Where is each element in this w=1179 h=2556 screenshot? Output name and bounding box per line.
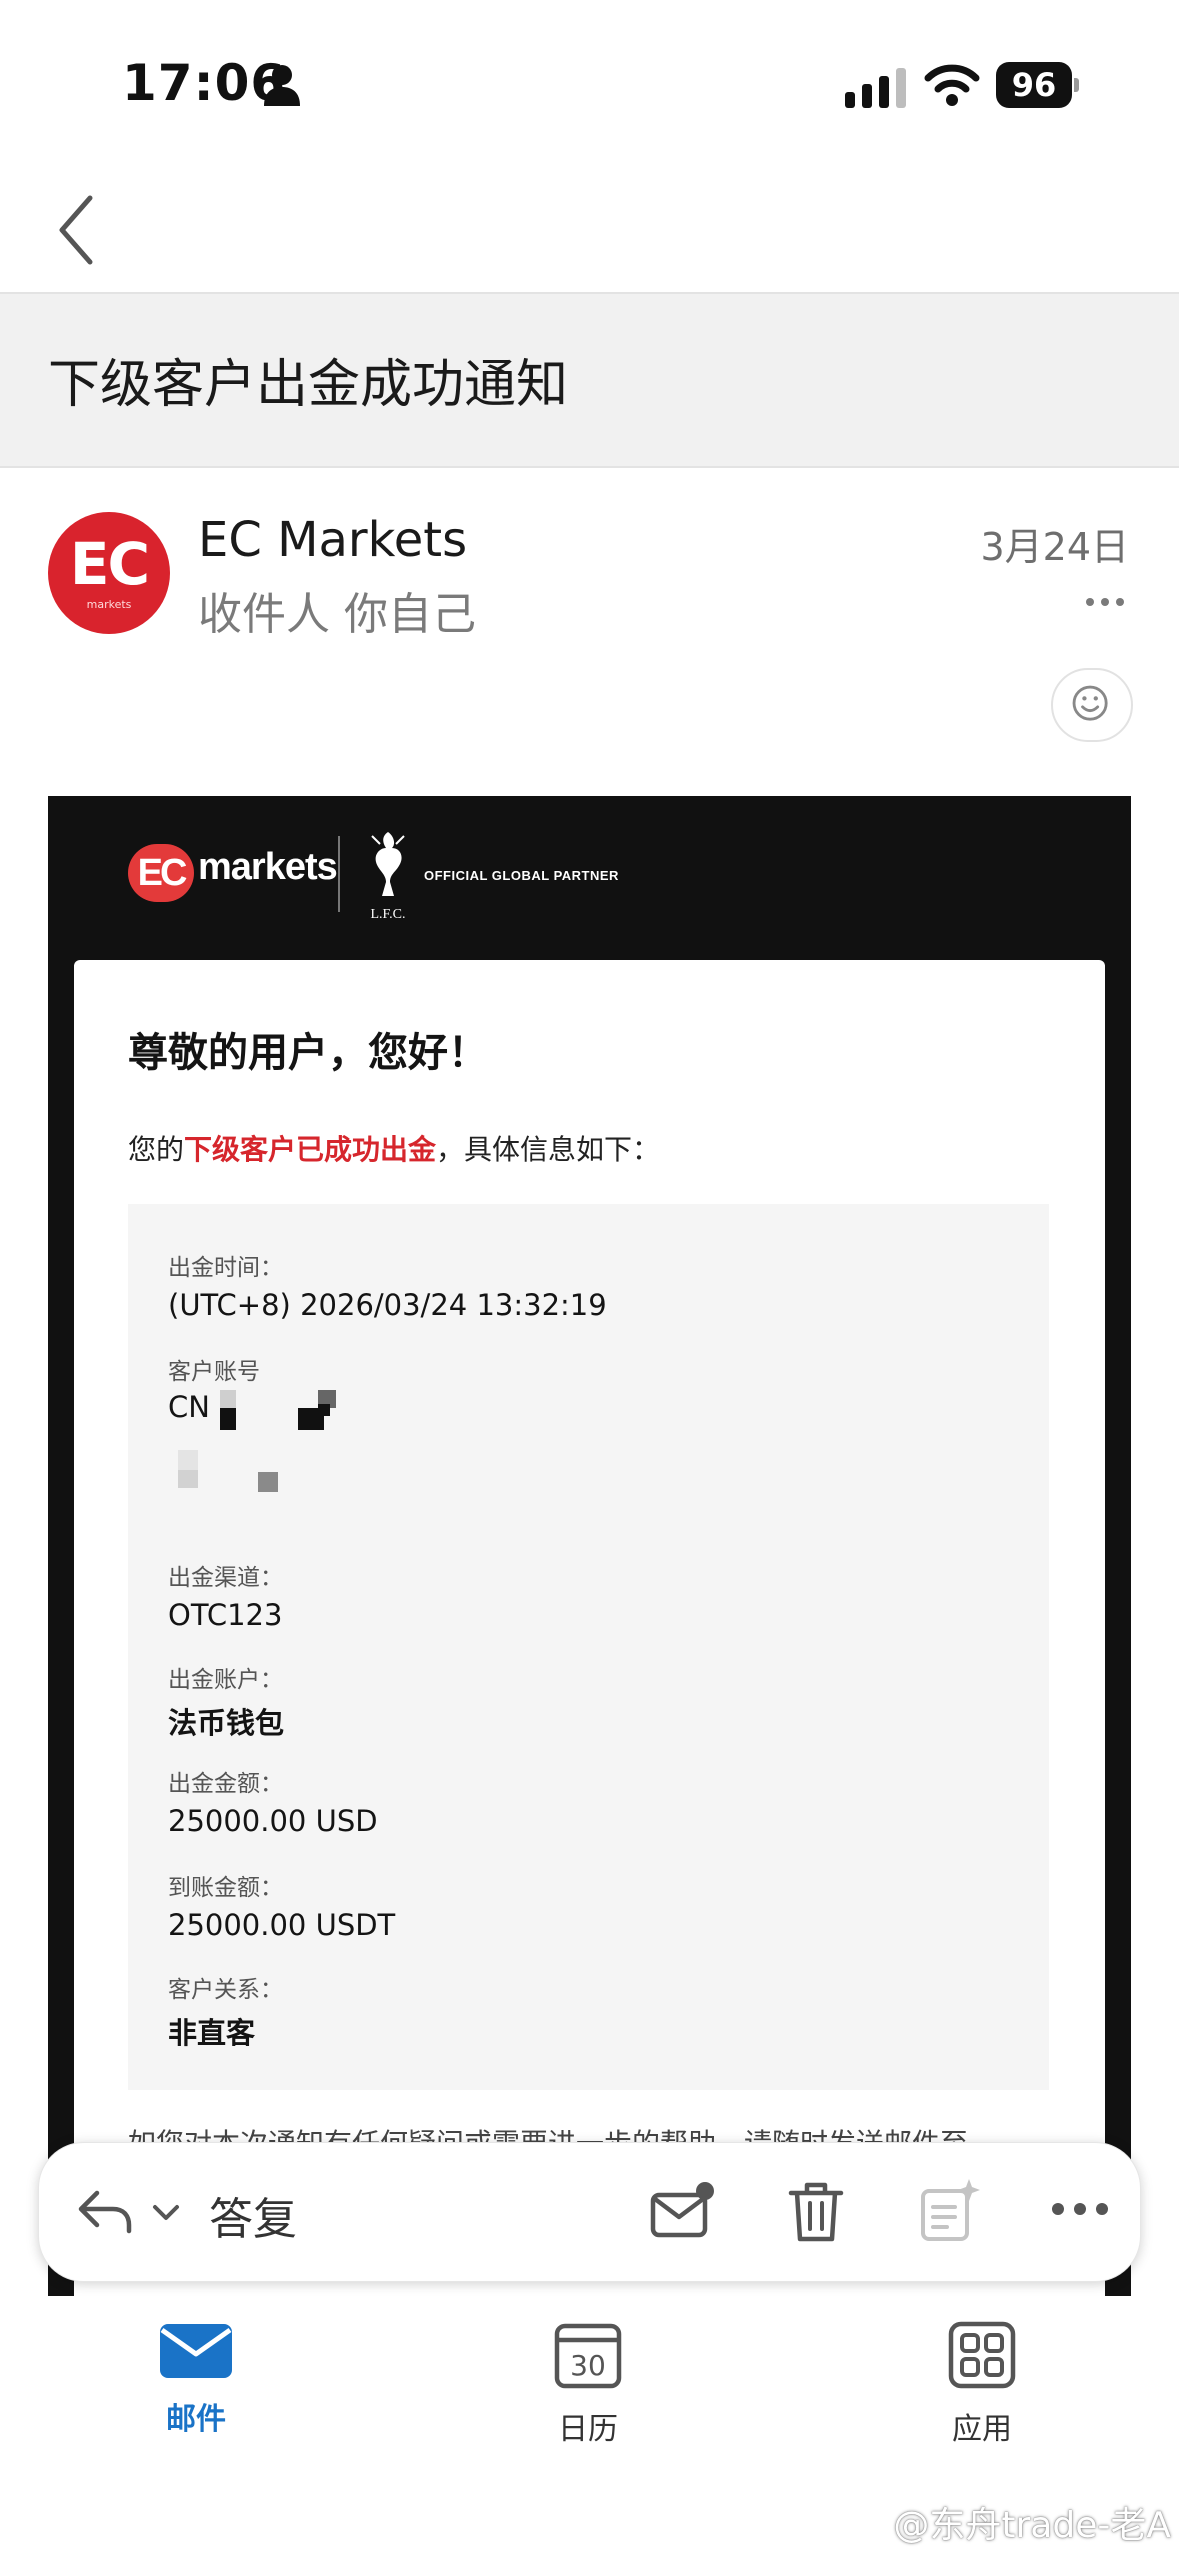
partner-label: OFFICIAL GLOBAL PARTNER xyxy=(424,868,619,883)
tab-mail-label: 邮件 xyxy=(166,2402,226,2437)
reaction-button[interactable] xyxy=(1051,668,1133,742)
avatar-subtext: markets xyxy=(86,598,132,611)
logo-divider xyxy=(338,836,340,912)
account-label: 客户账号 xyxy=(168,1359,260,1385)
tab-calendar[interactable]: 30 日历 xyxy=(508,2320,668,2460)
calendar-icon: 30 xyxy=(554,2323,622,2389)
greeting: 尊敬的用户，您好！ xyxy=(128,1030,488,1076)
intro-text: 您的下级客户已成功出金，具体信息如下： xyxy=(128,1128,660,1168)
calendar-day: 30 xyxy=(570,2349,606,2382)
intro-prefix: 您的 xyxy=(128,1133,185,1166)
sender-name[interactable]: EC Markets xyxy=(198,512,467,568)
channel-label: 出金渠道： xyxy=(168,1565,283,1591)
email-subject: 下级客户出金成功通知 xyxy=(48,355,569,415)
relation-label: 客户关系： xyxy=(168,1977,283,2003)
tab-apps-label: 应用 xyxy=(952,2412,1012,2447)
crest-text: L.F.C. xyxy=(370,907,405,922)
battery-icon: 96 xyxy=(996,62,1080,108)
relation-value: 非直客 xyxy=(168,2016,256,2050)
intro-highlight: 下级客户已成功出金 xyxy=(184,1133,437,1166)
more-actions-icon[interactable] xyxy=(1049,2197,1111,2221)
amount-label: 出金金额： xyxy=(168,1771,283,1797)
withdrawal-details: 出金时间： (UTC+8) 2026/03/24 13:32:19 客户账号 C… xyxy=(128,1204,1049,2090)
chevron-left-icon[interactable] xyxy=(50,190,100,270)
mark-unread-icon[interactable] xyxy=(647,2177,717,2243)
sender-avatar[interactable]: EC markets xyxy=(48,512,170,634)
tab-apps[interactable]: 应用 xyxy=(902,2320,1062,2460)
amount-value[interactable]: 25000.00 USD xyxy=(168,1804,378,1838)
reply-button[interactable]: 答复 xyxy=(209,2183,297,2247)
person-icon xyxy=(264,65,300,106)
apps-grid-icon xyxy=(948,2321,1016,2389)
email-brand-header: EC markets L.F.C. OFFICIAL GLOBAL PARTNE… xyxy=(48,796,1131,958)
battery-cap xyxy=(1074,78,1079,92)
signal-icon xyxy=(845,68,906,108)
status-bar: 17:06 96 xyxy=(0,0,1179,170)
email-action-bar: 答复 xyxy=(38,2142,1141,2282)
intro-suffix: ，具体信息如下： xyxy=(436,1133,661,1166)
ec-logo-word: markets xyxy=(198,846,338,888)
more-options-icon[interactable] xyxy=(1085,592,1125,612)
wallet-label: 出金账户： xyxy=(168,1667,283,1693)
received-label: 到账金额： xyxy=(168,1875,283,1901)
wifi-icon xyxy=(924,64,980,106)
received-value[interactable]: 25000.00 USDT xyxy=(168,1908,395,1942)
subject-bar: 下级客户出金成功通知 xyxy=(0,292,1179,468)
tab-calendar-label: 日历 xyxy=(558,2412,618,2447)
lfc-crest-icon: L.F.C. xyxy=(370,832,406,922)
notification-card: 尊敬的用户，您好！ 您的下级客户已成功出金，具体信息如下： 出金时间： (UTC… xyxy=(74,960,1105,2296)
watermark: @东舟trade-老A xyxy=(893,2505,1171,2546)
redaction-mosaic xyxy=(168,1390,336,1510)
reply-icon[interactable] xyxy=(73,2183,137,2241)
chevron-down-icon[interactable] xyxy=(149,2199,183,2225)
wallet-value: 法币钱包 xyxy=(168,1706,285,1740)
ai-notes-icon[interactable] xyxy=(917,2177,983,2245)
tab-mail[interactable]: 邮件 xyxy=(116,2320,276,2460)
smiley-icon xyxy=(1072,685,1108,721)
ec-logo-mark: EC xyxy=(128,844,194,902)
channel-value[interactable]: OTC123 xyxy=(168,1598,282,1632)
email-body: EC markets L.F.C. OFFICIAL GLOBAL PARTNE… xyxy=(48,796,1131,2296)
avatar-initials: EC xyxy=(69,530,150,598)
time-value[interactable]: (UTC+8) 2026/03/24 13:32:19 xyxy=(168,1288,607,1322)
battery-level: 96 xyxy=(996,62,1072,108)
mail-date: 3月24日 xyxy=(980,525,1129,569)
trash-icon[interactable] xyxy=(785,2179,847,2245)
recipient-label[interactable]: 收件人 你自己 xyxy=(198,578,476,642)
time-label: 出金时间： xyxy=(168,1255,283,1281)
mail-icon xyxy=(160,2324,232,2378)
